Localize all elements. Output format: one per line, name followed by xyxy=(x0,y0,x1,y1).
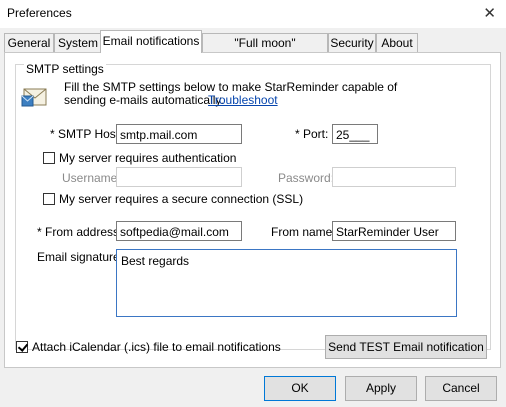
tab-security[interactable]: Security xyxy=(328,33,376,52)
smtp-host-label: * SMTP Host: xyxy=(50,127,123,141)
username-input[interactable] xyxy=(116,167,242,187)
close-icon[interactable]: ✕ xyxy=(483,4,496,22)
port-label: * Port: xyxy=(295,127,329,141)
password-label: Password: xyxy=(278,171,335,185)
tab-general[interactable]: General xyxy=(4,33,54,52)
window-title: Preferences xyxy=(7,6,72,20)
from-name-label: From name: xyxy=(271,225,336,239)
apply-button[interactable]: Apply xyxy=(345,376,417,401)
smtp-host-input[interactable]: smtp.mail.com xyxy=(116,124,242,144)
title-bar: Preferences ✕ xyxy=(0,0,506,28)
tab-about[interactable]: About xyxy=(376,33,418,52)
ssl-checkbox-label: My server requires a secure connection (… xyxy=(59,192,304,206)
password-input[interactable] xyxy=(332,167,456,187)
auth-checkbox[interactable] xyxy=(43,152,55,164)
ssl-checkbox[interactable] xyxy=(43,193,55,205)
tab-full-moon-notifications[interactable]: "Full moon" notifications xyxy=(202,33,328,68)
auth-checkbox-label: My server requires authentication xyxy=(59,151,237,165)
username-label: Username: xyxy=(62,171,121,185)
ok-button[interactable]: OK xyxy=(264,376,336,401)
tab-email-notifications[interactable]: Email notifications xyxy=(100,30,202,53)
send-test-email-button[interactable]: Send TEST Email notification xyxy=(325,335,487,359)
attach-ics-label: Attach iCalendar (.ics) file to email no… xyxy=(32,340,281,354)
email-signature-label: Email signature: xyxy=(37,250,124,264)
from-address-input[interactable]: softpedia@mail.com xyxy=(116,221,242,241)
smtp-info-text: Fill the SMTP settings below to make Sta… xyxy=(64,80,398,94)
from-name-input[interactable]: StarReminder User xyxy=(332,221,456,241)
cancel-button[interactable]: Cancel xyxy=(425,376,497,401)
smtp-info-text-2: sending e-mails automatically. xyxy=(64,93,224,107)
tab-system[interactable]: System xyxy=(54,33,102,52)
email-signature-textarea[interactable]: Best regards xyxy=(116,249,457,317)
troubleshoot-link[interactable]: Troubleshoot xyxy=(208,93,278,107)
port-input[interactable]: 25___ xyxy=(332,124,378,144)
smtp-settings-label: SMTP settings xyxy=(24,62,106,76)
mail-icon xyxy=(21,88,47,107)
from-address-label: * From address: xyxy=(37,225,123,239)
attach-ics-checkbox[interactable] xyxy=(16,341,28,353)
